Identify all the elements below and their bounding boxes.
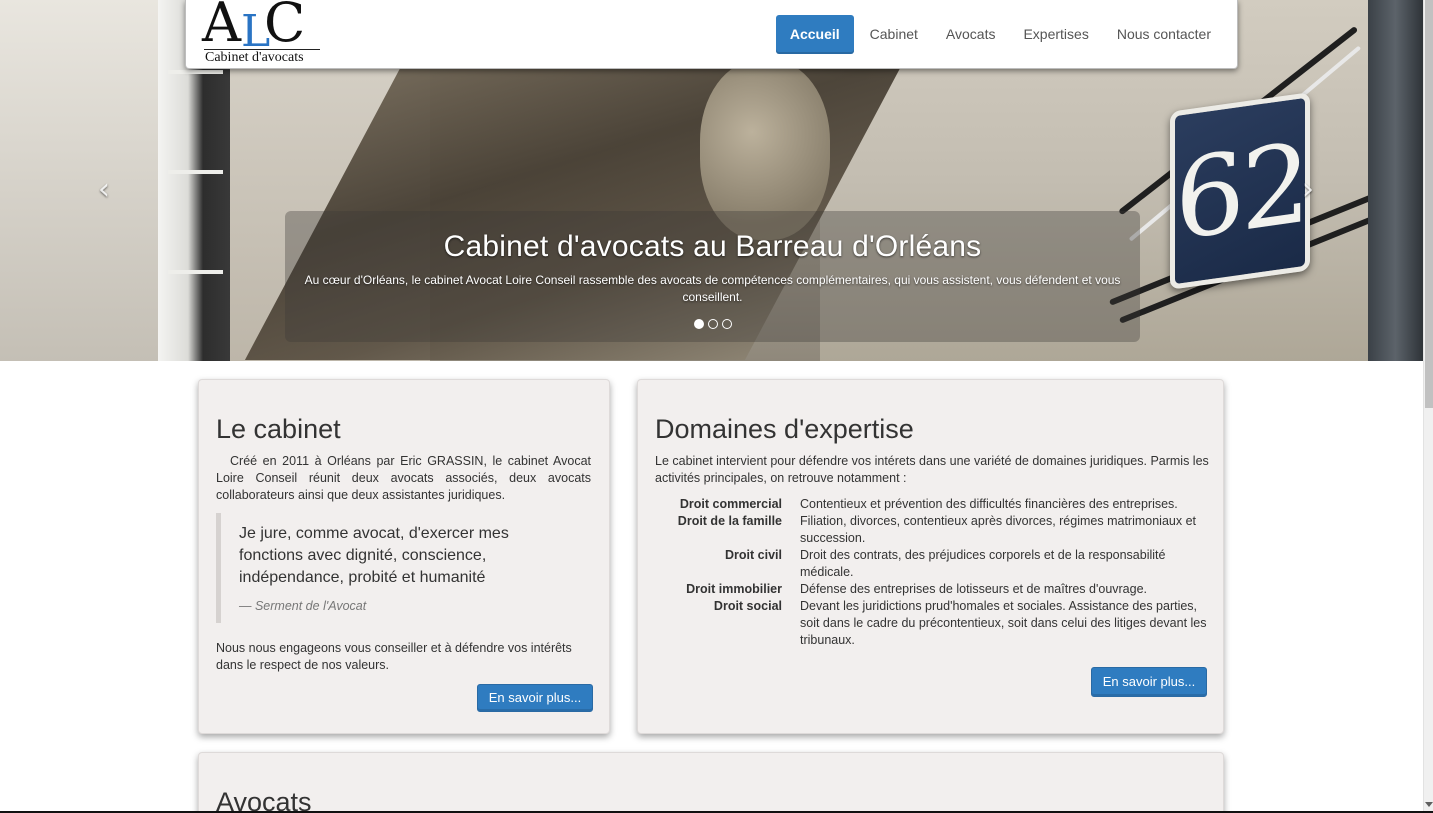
carousel-indicator[interactable] (707, 319, 718, 329)
nav-item-nous-contacter[interactable]: Nous contacter (1103, 15, 1225, 54)
hero-stone-wall-left (0, 0, 160, 361)
page-scrollbar[interactable] (1423, 0, 1433, 813)
expertise-desc: Filiation, divorces, contentieux après d… (800, 514, 1197, 545)
quote-source: — Serment de l'Avocat (239, 599, 367, 613)
window-bar (168, 270, 223, 274)
expertise-item: Droit commercial Contentieux et préventi… (655, 496, 1210, 513)
cabinet-card: Le cabinet Créé en 2011 à Orléans par Er… (198, 379, 610, 734)
carousel-caption: Cabinet d'avocats au Barreau d'Orléans A… (285, 211, 1140, 342)
quote-text: Je jure, comme avocat, d'exercer mes fon… (239, 525, 509, 586)
expertise-term: Droit civil (725, 548, 782, 562)
nav-item-avocats[interactable]: Avocats (932, 15, 1010, 54)
navbar: A L C Cabinet d'avocats Accueil Cabinet … (185, 0, 1238, 69)
expertise-term: Droit commercial (679, 497, 782, 511)
expertise-card: Domaines d'expertise Le cabinet intervie… (637, 379, 1224, 734)
carousel-indicators (285, 319, 1140, 329)
carousel-next-icon[interactable]: › (1302, 172, 1314, 207)
cabinet-title: Le cabinet (216, 414, 341, 444)
expertise-item: Droit immobilier Défense des entreprises… (655, 581, 1210, 598)
expertise-term: Droit de la famille (677, 514, 782, 528)
expertise-desc: Devant les juridictions prud'homales et … (800, 599, 1207, 647)
scrollbar-thumb[interactable] (1425, 0, 1433, 408)
plaque-number: 62 (1175, 118, 1307, 266)
expertise-term: Droit immobilier (686, 582, 782, 596)
carousel-title: Cabinet d'avocats au Barreau d'Orléans (443, 230, 982, 263)
expertise-more-button[interactable]: En savoir plus... (1091, 667, 1207, 697)
logo-letter-c: C (264, 0, 306, 54)
expertise-intro: Le cabinet intervient pour défendre vos … (655, 454, 1209, 485)
expertise-term: Droit social (713, 599, 782, 613)
expertise-desc: Défense des entreprises de lotisseurs et… (800, 582, 1148, 596)
expertise-title: Domaines d'expertise (655, 414, 914, 444)
expertise-item: Droit social Devant les juridictions pru… (655, 598, 1210, 649)
cabinet-quote: Je jure, comme avocat, d'exercer mes fon… (216, 513, 576, 623)
scroll-down-icon[interactable] (1425, 802, 1433, 807)
nav-item-cabinet[interactable]: Cabinet (856, 15, 932, 54)
nav-item-expertises[interactable]: Expertises (1009, 15, 1102, 54)
avocats-title: Avocats (216, 787, 312, 813)
avocats-card: Avocats (198, 752, 1224, 813)
expertise-item: Droit civil Droit des contrats, des préj… (655, 547, 1210, 581)
main-nav: Accueil Cabinet Avocats Expertises Nous … (775, 15, 1225, 54)
carousel-subtitle: Au cœur d'Orléans, le cabinet Avocat Loi… (304, 273, 1121, 304)
window-bar (168, 170, 223, 174)
brand-logo[interactable]: A L C Cabinet d'avocats (202, 0, 322, 68)
cabinet-more-button[interactable]: En savoir plus... (477, 684, 593, 712)
carousel-indicator[interactable] (693, 319, 704, 329)
cabinet-outro: Nous nous engageons vous conseiller et à… (216, 641, 572, 672)
expertise-list: Droit commercial Contentieux et préventi… (655, 496, 1210, 649)
carousel-prev-icon[interactable]: ‹ (98, 172, 110, 207)
window-bar (168, 70, 223, 74)
hero-drainpipe (1368, 0, 1423, 361)
expertise-desc: Droit des contrats, des préjudices corpo… (800, 548, 1166, 579)
carousel-indicator[interactable] (721, 319, 732, 329)
nav-item-accueil[interactable]: Accueil (775, 15, 854, 54)
street-number-plaque: 62 (1170, 92, 1310, 290)
expertise-desc: Contentieux et prévention des difficulté… (800, 497, 1178, 511)
logo-letter-a: A (202, 0, 241, 54)
expertise-item: Droit de la famille Filiation, divorces,… (655, 513, 1210, 547)
logo-tagline: Cabinet d'avocats (205, 50, 304, 65)
cabinet-intro: Créé en 2011 à Orléans par Eric GRASSIN,… (216, 454, 591, 502)
